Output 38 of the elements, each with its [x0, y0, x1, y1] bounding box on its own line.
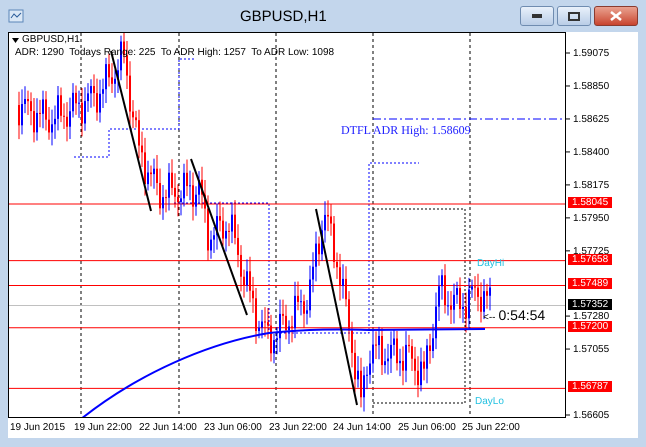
price-tag: 1.57489: [568, 278, 612, 290]
price-tick: 1.57055: [573, 344, 610, 356]
dropdown-icon: [12, 38, 19, 42]
countdown-arrow: <--: [483, 311, 496, 325]
time-label: 19 Jun 2015: [10, 421, 66, 435]
price-tick: 1.58850: [573, 80, 610, 92]
window-title: GBPUSD,H1: [240, 7, 327, 27]
time-label: 19 Jun 22:00: [74, 421, 132, 435]
price-tick: 1.59075: [573, 48, 610, 59]
price-tick: 1.57280: [573, 311, 610, 322]
minimize-button[interactable]: [520, 6, 554, 26]
maximize-button[interactable]: [557, 6, 591, 26]
price-tick: 1.58175: [573, 180, 610, 191]
time-label: 23 Jun 06:00: [204, 421, 262, 435]
price-tag: 1.56787: [568, 381, 612, 392]
price-tick: 1.58625: [573, 114, 610, 125]
price-tick: 1.56605: [573, 410, 610, 421]
price-tag: 1.58045: [568, 196, 612, 208]
time-label: 25 Jun 06:00: [398, 421, 456, 435]
price-tag: 1.57200: [568, 320, 612, 332]
price-tag: 1.57658: [568, 254, 612, 265]
price-tick: 1.57950: [573, 212, 610, 224]
day-high-label: DayHi: [477, 257, 504, 271]
time-label: 24 Jun 14:00: [333, 421, 391, 435]
restore-icon: [568, 12, 580, 20]
time-label: 25 Jun 22:00: [462, 421, 520, 435]
minimize-icon: [532, 14, 542, 18]
time-label: 23 Jun 22:00: [269, 421, 327, 435]
current-price-tag: 1.57352: [568, 298, 612, 310]
adr-high-label: DTFL ADR High: 1.58609: [341, 122, 471, 139]
close-button[interactable]: [594, 6, 638, 26]
time-label: 22 Jun 14:00: [139, 421, 197, 435]
day-low-label: DayLo: [475, 395, 504, 409]
price-tick: 1.58400: [573, 146, 610, 158]
chart-window-icon: [8, 9, 24, 23]
symbol-text: GBPUSD,H1: [22, 34, 80, 46]
countdown-timer: 0:54:54: [498, 306, 546, 325]
close-icon: [610, 11, 622, 21]
